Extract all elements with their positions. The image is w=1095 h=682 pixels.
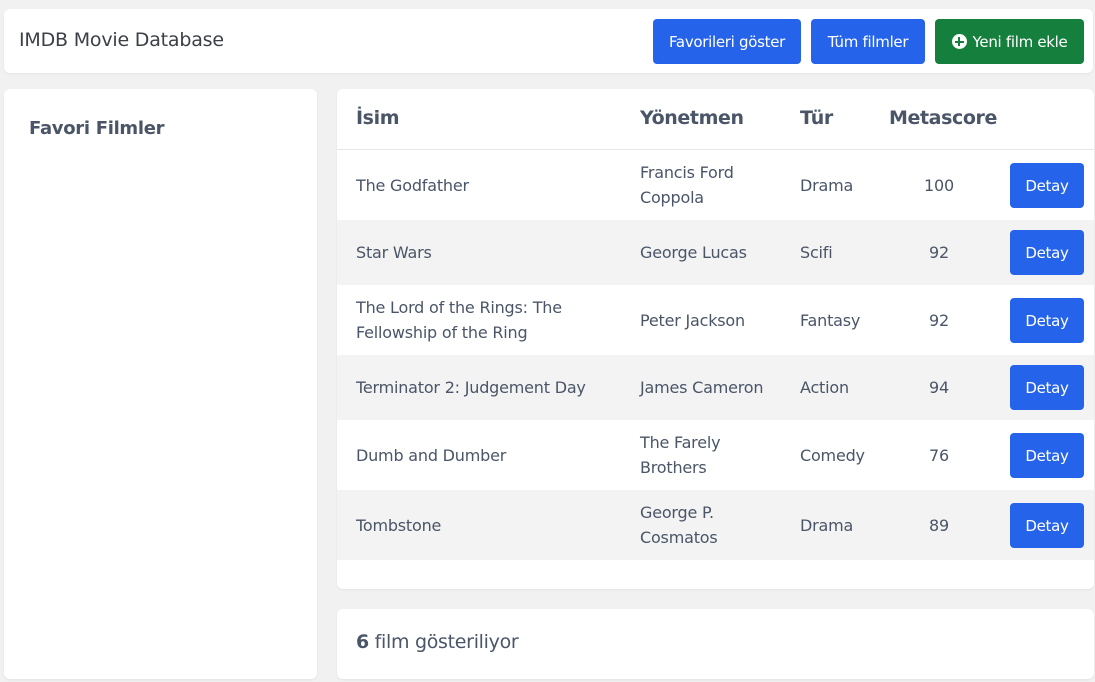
- movie-metascore: 92: [929, 243, 949, 262]
- movie-name: The Lord of the Rings: The Fellowship of…: [356, 298, 562, 342]
- movie-name: Star Wars: [356, 243, 432, 262]
- show-favorites-button[interactable]: Favorileri göster: [653, 19, 801, 64]
- table-row: Star Wars George Lucas Scifi 92 Detay: [337, 220, 1094, 285]
- movie-name: Terminator 2: Judgement Day: [356, 378, 586, 397]
- add-movie-label: Yeni film ekle: [972, 32, 1068, 51]
- movies-table: İsim Yönetmen Tür Metascore The Godfathe…: [337, 89, 1094, 589]
- movie-director: George Lucas: [640, 243, 747, 262]
- movie-genre: Action: [800, 378, 849, 397]
- all-movies-button[interactable]: Tüm filmler: [811, 19, 925, 64]
- movie-name: Tombstone: [356, 515, 442, 535]
- movie-genre: Fantasy: [800, 310, 861, 330]
- add-movie-button[interactable]: Yeni film ekle: [935, 19, 1084, 64]
- app-title: IMDB Movie Database: [19, 29, 224, 51]
- column-header-metascore: Metascore: [889, 107, 997, 129]
- movie-genre: Scifi: [800, 243, 833, 262]
- movie-metascore: 89: [929, 515, 949, 535]
- movie-name: Dumb and Dumber: [356, 445, 507, 465]
- detail-button[interactable]: Detay: [1010, 433, 1084, 478]
- movie-name: The Godfather: [356, 175, 469, 195]
- movie-director: James Cameron: [640, 378, 764, 397]
- table-row: Terminator 2: Judgement Day James Cameron…: [337, 355, 1094, 420]
- movie-director: Peter Jackson: [640, 310, 745, 330]
- movie-metascore: 92: [929, 310, 949, 330]
- detail-button[interactable]: Detay: [1010, 503, 1084, 548]
- table-row: The Godfather Francis Ford Coppola Drama 10…: [337, 150, 1094, 220]
- detail-button[interactable]: Detay: [1010, 230, 1084, 275]
- column-header-director: Yönetmen: [640, 107, 744, 129]
- result-count-label: film gösteriliyor: [368, 631, 519, 653]
- movie-director: The Farely Brothers: [640, 433, 721, 477]
- table-row: Dumb and Dumber The Farely Brothers Comedy…: [337, 420, 1094, 490]
- top-bar: IMDB Movie Database Favorileri göster Tü…: [4, 9, 1093, 73]
- movie-genre: Comedy: [800, 445, 865, 465]
- result-count-text: 6 film gösteriliyor: [356, 631, 519, 653]
- table-row: Tombstone George P. Cosmatos Drama 89 Detay: [337, 490, 1094, 560]
- favorites-sidebar: Favori Filmler: [4, 89, 317, 679]
- plus-circle-icon: [951, 34, 967, 49]
- movie-genre: Drama: [800, 515, 854, 535]
- table-row: The Lord of the Rings: The Fellowship of…: [337, 285, 1094, 355]
- detail-button[interactable]: Detay: [1010, 298, 1084, 343]
- movie-metascore: 100: [924, 175, 954, 195]
- favorites-title: Favori Filmler: [29, 118, 165, 139]
- table-header: İsim Yönetmen Tür Metascore: [337, 89, 1094, 150]
- movie-director: George P. Cosmatos: [640, 503, 718, 547]
- result-summary: 6 film gösteriliyor: [337, 609, 1094, 679]
- result-count: 6: [356, 631, 369, 653]
- column-header-name: İsim: [356, 107, 400, 129]
- movie-metascore: 76: [929, 445, 949, 465]
- detail-button[interactable]: Detay: [1010, 163, 1084, 208]
- detail-button[interactable]: Detay: [1010, 365, 1084, 410]
- movie-metascore: 94: [929, 378, 949, 397]
- movie-director: Francis Ford Coppola: [640, 163, 734, 207]
- column-header-genre: Tür: [800, 107, 833, 129]
- movie-genre: Drama: [800, 175, 854, 195]
